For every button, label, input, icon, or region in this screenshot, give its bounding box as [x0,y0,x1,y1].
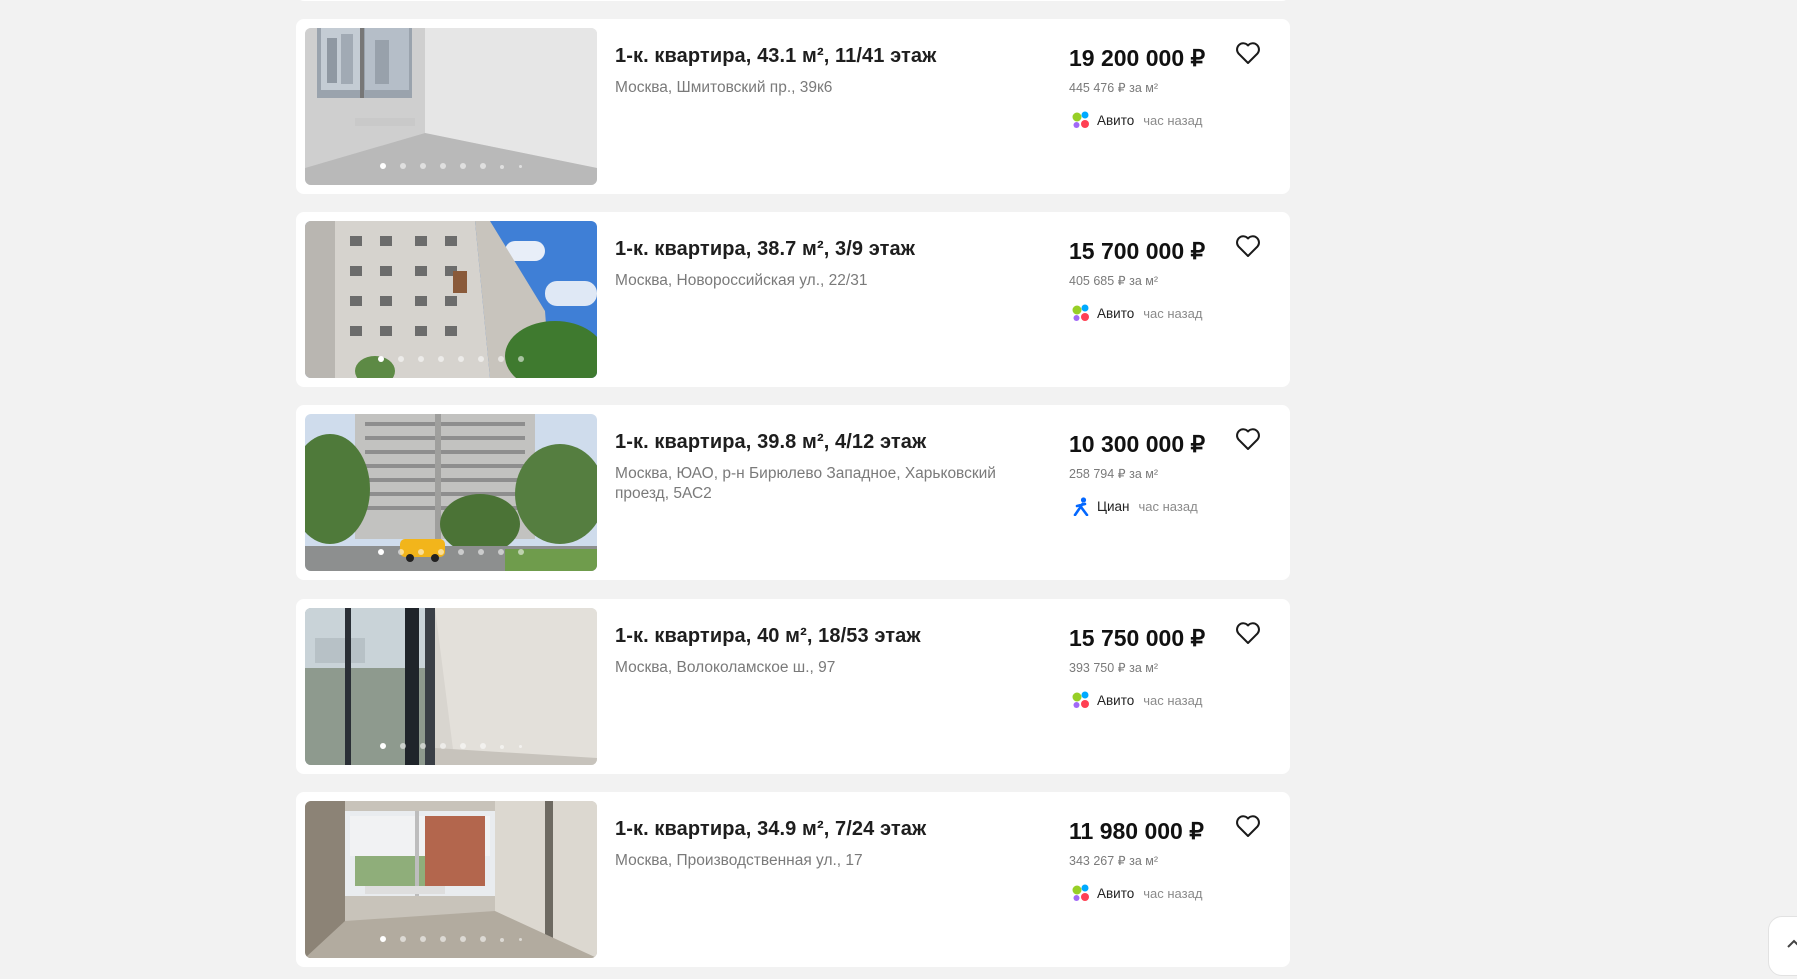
source-name: Авито [1097,692,1135,708]
price-per-m2: 343 267 ₽ за м² [1069,854,1158,868]
source-name: Циан [1097,498,1130,514]
listing-photo[interactable] [305,608,597,765]
listing-photo[interactable] [305,28,597,185]
listing-title[interactable]: 1-к. квартира, 34.9 м², 7/24 этаж [615,818,926,841]
favorite-heart-icon[interactable] [1235,427,1261,451]
avito-icon [1072,111,1089,128]
source-name: Авито [1097,305,1135,321]
scroll-to-top-button[interactable] [1768,916,1797,976]
listing-title[interactable]: 1-к. квартира, 39.8 м², 4/12 этаж [615,431,926,454]
listing-address: Москва, Шмитовский пр., 39к6 [615,79,833,96]
listing-price: 15 700 000 ₽ [1069,238,1206,264]
listing-card[interactable]: 1-к. квартира, 39.8 м², 4/12 этаж Москва… [296,405,1290,580]
listing-card[interactable]: 1-к. квартира, 34.9 м², 7/24 этаж Москва… [296,792,1290,967]
photo-pagination [305,936,597,942]
photo-pagination [305,356,597,362]
price-per-m2: 258 794 ₽ за м² [1069,467,1158,481]
listing-card[interactable]: 1-к. квартира, 40 м², 18/53 этаж Москва,… [296,599,1290,774]
avito-icon [1072,304,1089,321]
listing-title[interactable]: 1-к. квартира, 43.1 м², 11/41 этаж [615,45,936,68]
favorite-heart-icon[interactable] [1235,621,1261,645]
listing-card[interactable]: 1-к. квартира, 43.1 м², 11/41 этаж Москв… [296,19,1290,194]
source-name: Авито [1097,112,1135,128]
listing-time: час назад [1143,305,1203,321]
avito-icon [1072,884,1089,901]
listing-card[interactable]: 1-к. квартира, 38.7 м², 3/9 этаж Москва,… [296,212,1290,387]
previous-card-edge [296,0,1290,1]
listing-time: час назад [1143,692,1203,708]
listing-source: Авито час назад [1071,303,1202,323]
listing-source: Авито час назад [1071,883,1202,903]
price-per-m2: 405 685 ₽ за м² [1069,274,1158,288]
photo-pagination [305,163,597,169]
listing-address: Москва, Производственная ул., 17 [615,852,863,869]
favorite-heart-icon[interactable] [1235,41,1261,65]
listing-time: час назад [1143,112,1203,128]
favorite-heart-icon[interactable] [1235,234,1261,258]
listing-photo[interactable] [305,221,597,378]
price-per-m2: 445 476 ₽ за м² [1069,81,1158,95]
listing-title[interactable]: 1-к. квартира, 38.7 м², 3/9 этаж [615,238,915,261]
listing-address: Москва, Волоколамское ш., 97 [615,659,836,676]
listing-price: 11 980 000 ₽ [1069,818,1204,844]
listing-title[interactable]: 1-к. квартира, 40 м², 18/53 этаж [615,625,921,648]
listing-address: Москва, ЮАО, р-н Бирюлево Западное, Харь… [615,465,996,502]
listing-price: 10 300 000 ₽ [1069,431,1206,457]
listing-source: Авито час назад [1071,110,1202,130]
source-name: Авито [1097,885,1135,901]
empty-room-photo [305,28,597,185]
price-per-m2: 393 750 ₽ за м² [1069,661,1158,675]
listing-time: час назад [1143,885,1203,901]
listing-photo[interactable] [305,414,597,571]
listing-source: Авито час назад [1071,690,1202,710]
listing-price: 15 750 000 ₽ [1069,625,1206,651]
favorite-heart-icon[interactable] [1235,814,1261,838]
window-room-photo [305,801,597,958]
photo-pagination [305,549,597,555]
chevron-up-icon [1787,939,1797,948]
listing-time: час назад [1138,498,1198,514]
listing-photo[interactable] [305,801,597,958]
photo-pagination [305,743,597,749]
building-street-photo [305,414,597,571]
building-exterior-photo [305,221,597,378]
listing-address: Москва, Новороссийская ул., 22/31 [615,272,868,289]
avito-icon [1072,691,1089,708]
cian-icon [1073,497,1089,516]
listing-source: Циан час назад [1071,496,1198,516]
listing-price: 19 200 000 ₽ [1069,45,1206,71]
window-view-photo [305,608,597,765]
